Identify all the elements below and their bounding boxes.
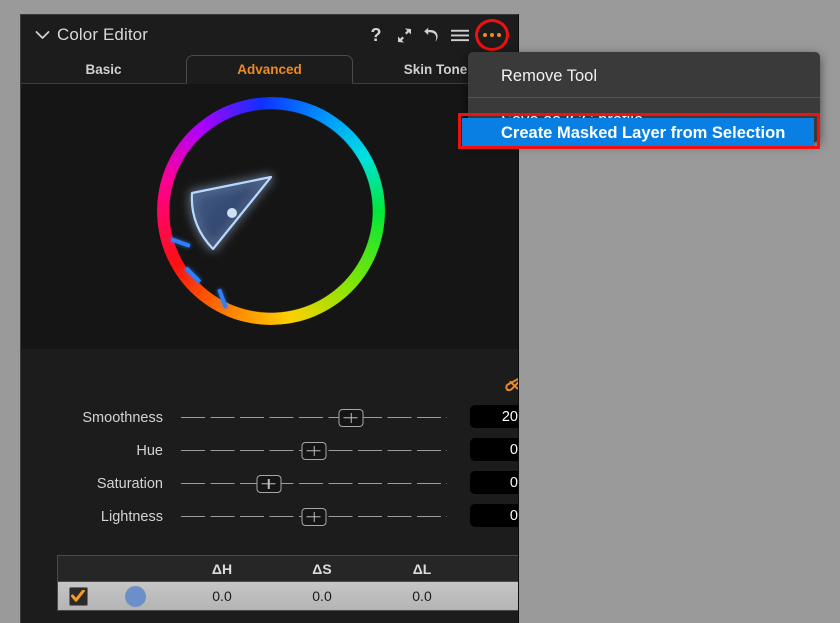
reset-icon[interactable] bbox=[418, 20, 446, 50]
context-menu: Remove Tool Save as ICC profile... Creat… bbox=[468, 52, 820, 142]
menu-item-remove-tool[interactable]: Remove Tool bbox=[468, 58, 820, 94]
slider-handle-hue[interactable] bbox=[302, 442, 327, 460]
tab-basic[interactable]: Basic bbox=[21, 55, 186, 84]
color-table: ΔH ΔS ΔL 0.0 0.0 0.0 bbox=[57, 555, 519, 611]
expand-icon[interactable] bbox=[390, 20, 418, 50]
slider-row-lightness: Lightness 0 bbox=[21, 500, 519, 533]
check-icon bbox=[71, 590, 85, 603]
page-title: Color Editor bbox=[57, 25, 148, 45]
eyedropper-icon[interactable] bbox=[500, 365, 519, 399]
table-header-ds: ΔS bbox=[272, 561, 372, 577]
slider-row-smoothness: Smoothness 20 bbox=[21, 401, 519, 434]
hamburger-menu-icon[interactable] bbox=[446, 20, 474, 50]
slider-lightness[interactable] bbox=[181, 504, 447, 530]
menu-separator bbox=[468, 97, 820, 98]
color-swatch[interactable] bbox=[125, 586, 146, 607]
slider-handle-lightness[interactable] bbox=[302, 508, 327, 526]
slider-value-smoothness[interactable]: 20 bbox=[470, 405, 519, 428]
table-header-row: ΔH ΔS ΔL bbox=[58, 556, 519, 582]
row-value-ds: 0.0 bbox=[272, 588, 372, 604]
table-row[interactable]: 0.0 0.0 0.0 bbox=[58, 582, 519, 610]
slider-label-smoothness: Smoothness bbox=[21, 410, 163, 426]
table-header-dh: ΔH bbox=[172, 561, 272, 577]
row-color-swatch-cell bbox=[98, 586, 172, 607]
menu-item-create-masked-layer[interactable]: Create Masked Layer from Selection bbox=[462, 118, 814, 148]
help-icon[interactable]: ? bbox=[362, 20, 390, 50]
tab-advanced[interactable]: Advanced bbox=[186, 55, 353, 84]
tab-bar: Basic Advanced Skin Tone bbox=[21, 55, 518, 84]
slider-handle-smoothness[interactable] bbox=[339, 409, 364, 427]
slider-value-saturation[interactable]: 0 bbox=[470, 471, 519, 494]
slider-value-lightness[interactable]: 0 bbox=[470, 504, 519, 527]
color-wheel-area bbox=[21, 84, 518, 349]
slider-label-saturation: Saturation bbox=[21, 476, 163, 492]
row-value-dl: 0.0 bbox=[372, 588, 472, 604]
row-checkbox[interactable] bbox=[69, 587, 88, 606]
slider-row-saturation: Saturation 0 bbox=[21, 467, 519, 500]
slider-track bbox=[181, 417, 447, 419]
header-icon-group: ? bbox=[362, 15, 510, 55]
chevron-down-icon[interactable] bbox=[29, 22, 55, 48]
row-checkbox-cell bbox=[58, 587, 98, 606]
slider-saturation[interactable] bbox=[181, 471, 447, 497]
slider-label-hue: Hue bbox=[21, 443, 163, 459]
slider-label-lightness: Lightness bbox=[21, 509, 163, 525]
color-wheel[interactable] bbox=[157, 97, 385, 325]
slider-smoothness[interactable] bbox=[181, 405, 447, 431]
table-header-dl: ΔL bbox=[372, 561, 472, 577]
slider-row-hue: Hue 0 bbox=[21, 434, 519, 467]
color-editor-panel: Color Editor ? bbox=[20, 14, 519, 623]
slider-track bbox=[181, 483, 447, 485]
slider-handle-saturation[interactable] bbox=[256, 475, 281, 493]
slider-group: Smoothness 20 Hue 0 Saturation 0 Li bbox=[21, 401, 519, 533]
more-options-icon[interactable] bbox=[474, 18, 510, 52]
slider-value-hue[interactable]: 0 bbox=[470, 438, 519, 461]
row-value-dh: 0.0 bbox=[172, 588, 272, 604]
panel-header: Color Editor ? bbox=[21, 15, 518, 55]
slider-hue[interactable] bbox=[181, 438, 447, 464]
